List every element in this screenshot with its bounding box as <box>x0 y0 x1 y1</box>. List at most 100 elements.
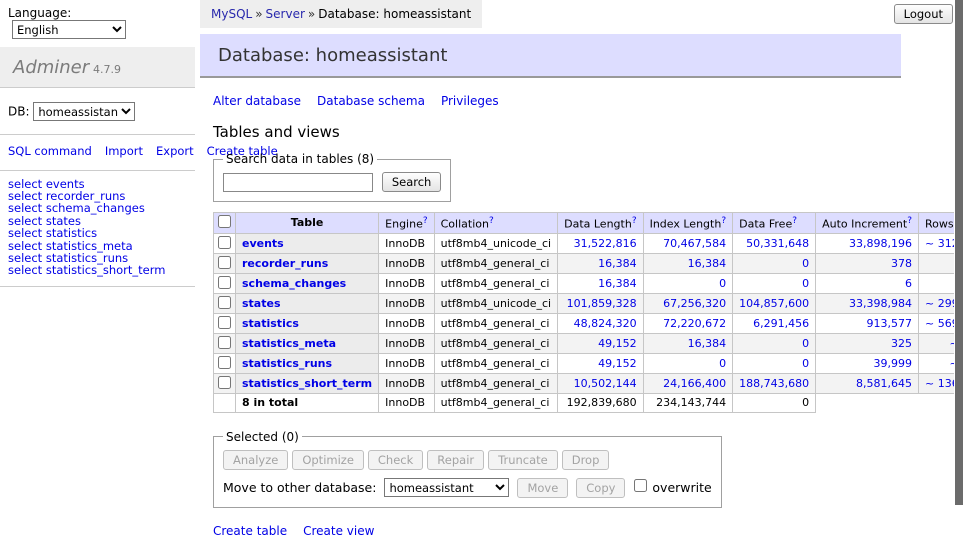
data-free-link[interactable]: 0 <box>802 357 809 370</box>
row-checkbox[interactable] <box>218 256 231 269</box>
repair-button[interactable]: Repair <box>427 450 484 470</box>
column-help-link[interactable]: ? <box>489 216 494 226</box>
cell-data-free: 50,331,648 <box>733 233 816 253</box>
row-checkbox[interactable] <box>218 236 231 249</box>
search-button[interactable]: Search <box>382 172 442 192</box>
auto-increment-link[interactable]: 913,577 <box>867 317 913 330</box>
search-input[interactable] <box>223 173 373 192</box>
language-select[interactable]: English <box>12 20 126 39</box>
auto-increment-link[interactable]: 325 <box>891 337 912 350</box>
index-length-link[interactable]: 0 <box>719 357 726 370</box>
move-button[interactable]: Move <box>517 478 568 498</box>
data-free-link[interactable]: 50,331,648 <box>746 237 809 250</box>
row-checkbox[interactable] <box>218 356 231 369</box>
auto-increment-link[interactable]: 6 <box>905 277 912 290</box>
copy-button[interactable]: Copy <box>576 478 625 498</box>
row-checkbox[interactable] <box>218 276 231 289</box>
sidebar-link-export[interactable]: Export <box>156 144 194 158</box>
column-help-link[interactable]: ? <box>907 216 912 226</box>
analyze-button[interactable]: Analyze <box>223 450 288 470</box>
breadcrumb-item[interactable]: MySQL <box>211 7 252 21</box>
sidebar-link-sql-command[interactable]: SQL command <box>8 144 92 158</box>
cell-index-length: 0 <box>643 273 733 293</box>
scrollbar-thumb[interactable] <box>955 0 963 505</box>
index-length-link[interactable]: 0 <box>719 277 726 290</box>
cell-engine: InnoDB <box>379 293 434 313</box>
data-free-link[interactable]: 0 <box>802 277 809 290</box>
index-length-link[interactable]: 16,384 <box>688 257 727 270</box>
link-privileges[interactable]: Privileges <box>441 94 499 108</box>
table-link-events[interactable]: events <box>242 237 284 250</box>
data-length-link[interactable]: 48,824,320 <box>574 317 637 330</box>
search-fieldset: Search data in tables (8) Search <box>213 152 451 202</box>
auto-increment-link[interactable]: 33,898,196 <box>849 237 912 250</box>
overwrite-checkbox[interactable] <box>634 479 647 492</box>
logout-button[interactable]: Logout <box>894 4 953 24</box>
breadcrumb-item[interactable]: Server <box>266 7 305 21</box>
data-length-link[interactable]: 16,384 <box>598 257 637 270</box>
link-create-table[interactable]: Create table <box>213 524 287 538</box>
table-link-states[interactable]: states <box>242 297 281 310</box>
row-checkbox[interactable] <box>218 376 231 389</box>
data-free-link[interactable]: 0 <box>802 337 809 350</box>
cell-table-name: schema_changes <box>236 273 379 293</box>
auto-increment-link[interactable]: 39,999 <box>874 357 913 370</box>
sidebar-item-select-statistics_short_term[interactable]: select statistics_short_term <box>8 264 187 276</box>
index-length-link[interactable]: 72,220,672 <box>663 317 726 330</box>
auto-increment-link[interactable]: 33,398,984 <box>849 297 912 310</box>
header-checkbox-cell <box>214 213 236 234</box>
data-free-link[interactable]: 104,857,600 <box>739 297 809 310</box>
data-length-link[interactable]: 101,859,328 <box>567 297 637 310</box>
data-length-link[interactable]: 31,522,816 <box>574 237 637 250</box>
auto-increment-link[interactable]: 8,581,645 <box>856 377 912 390</box>
table-link-statistics[interactable]: statistics <box>242 317 299 330</box>
column-help-link[interactable]: ? <box>792 216 797 226</box>
search-legend: Search data in tables (8) <box>223 152 377 166</box>
table-link-schema_changes[interactable]: schema_changes <box>242 277 346 290</box>
table-link-statistics_runs[interactable]: statistics_runs <box>242 357 332 370</box>
data-length-link[interactable]: 49,152 <box>598 357 637 370</box>
data-length-link[interactable]: 10,502,144 <box>574 377 637 390</box>
table-link-statistics_meta[interactable]: statistics_meta <box>242 337 336 350</box>
cell-auto-increment: 33,898,196 <box>816 233 919 253</box>
cell-data-length: 48,824,320 <box>558 313 643 333</box>
table-link-statistics_short_term[interactable]: statistics_short_term <box>242 377 372 390</box>
link-alter-database[interactable]: Alter database <box>213 94 301 108</box>
check-button[interactable]: Check <box>368 450 423 470</box>
row-checkbox[interactable] <box>218 336 231 349</box>
sidebar-item-select-statistics[interactable]: select statistics <box>8 227 187 239</box>
column-help-link[interactable]: ? <box>632 216 637 226</box>
data-length-link[interactable]: 16,384 <box>598 277 637 290</box>
cell-data-free: 188,743,680 <box>733 373 816 393</box>
link-create-view[interactable]: Create view <box>303 524 374 538</box>
truncate-button[interactable]: Truncate <box>488 450 558 470</box>
drop-button[interactable]: Drop <box>562 450 610 470</box>
row-checkbox[interactable] <box>218 296 231 309</box>
cell-data-length: 49,152 <box>558 353 643 373</box>
row-checkbox[interactable] <box>218 316 231 329</box>
table-link-recorder_runs[interactable]: recorder_runs <box>242 257 328 270</box>
data-free-link[interactable]: 0 <box>802 257 809 270</box>
scrollbar-track[interactable] <box>954 0 966 543</box>
move-database-select[interactable]: homeassistant <box>384 478 509 497</box>
cell-collation: utf8mb4_general_ci <box>434 273 557 293</box>
data-free-link[interactable]: 188,743,680 <box>739 377 809 390</box>
index-length-link[interactable]: 24,166,400 <box>663 377 726 390</box>
cell-auto-increment: 6 <box>816 273 919 293</box>
index-length-link[interactable]: 67,256,320 <box>663 297 726 310</box>
select-all-checkbox[interactable] <box>218 215 231 228</box>
link-database-schema[interactable]: Database schema <box>317 94 425 108</box>
data-length-link[interactable]: 49,152 <box>598 337 637 350</box>
table-row: statistics_short_termInnoDButf8mb4_gener… <box>214 373 966 393</box>
index-length-link[interactable]: 70,467,584 <box>663 237 726 250</box>
column-help-link[interactable]: ? <box>721 216 726 226</box>
index-length-link[interactable]: 16,384 <box>688 337 727 350</box>
row-checkbox-cell <box>214 353 236 373</box>
column-help-link[interactable]: ? <box>423 216 428 226</box>
data-free-link[interactable]: 6,291,456 <box>753 317 809 330</box>
auto-increment-link[interactable]: 378 <box>891 257 912 270</box>
sidebar-link-import[interactable]: Import <box>105 144 143 158</box>
sidebar-item-select-schema_changes[interactable]: select schema_changes <box>8 202 187 214</box>
optimize-button[interactable]: Optimize <box>292 450 364 470</box>
db-select[interactable]: homeassistant <box>33 102 135 121</box>
